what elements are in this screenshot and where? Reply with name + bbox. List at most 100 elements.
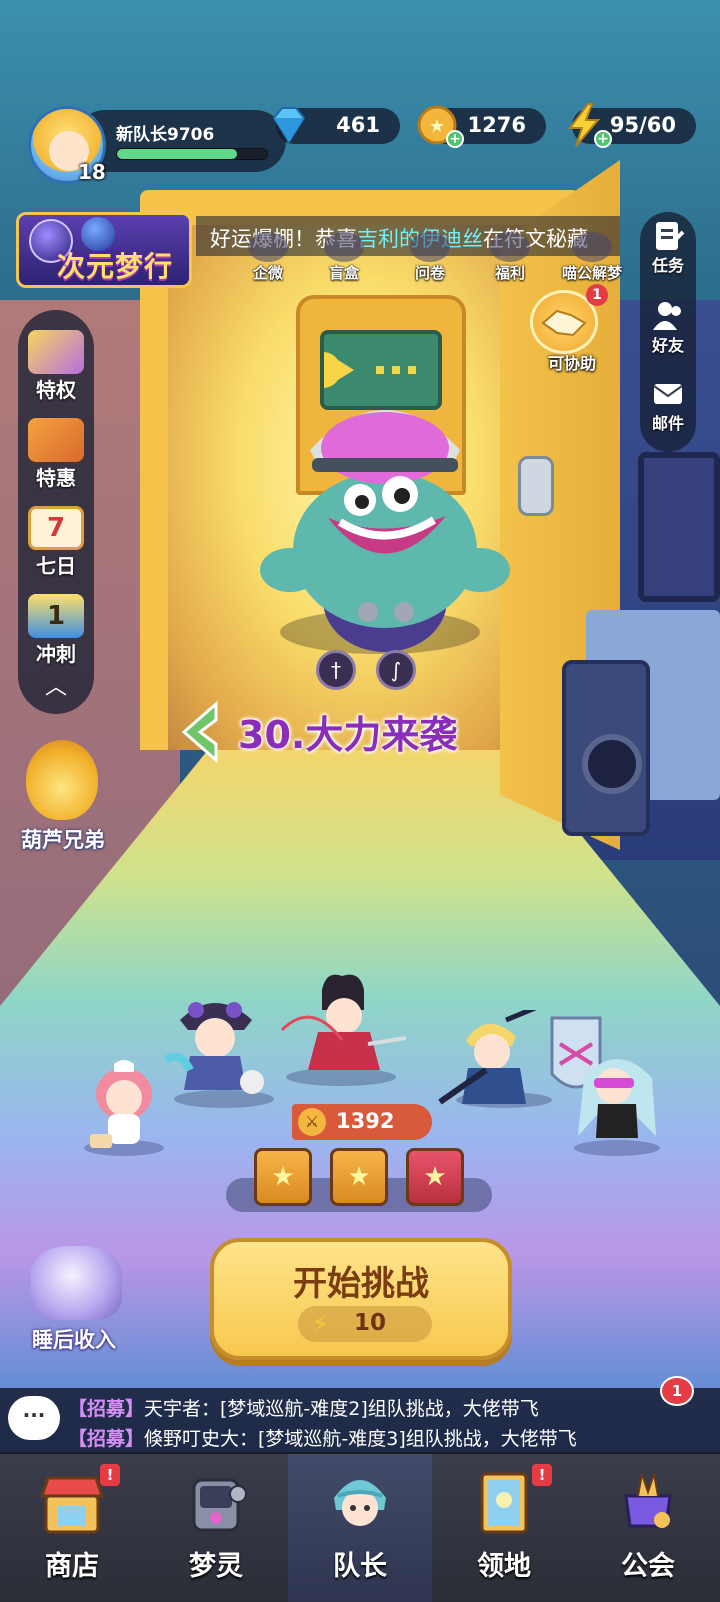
energy-counter[interactable]: + 95/60 — [568, 103, 696, 148]
chat-strip[interactable]: ··· 【招募】天宇者：[梦域巡航-难度2]组队挑战，大佬带飞 【招募】倏野叮史… — [0, 1388, 720, 1452]
right-side-menu: 任务 好友 邮件 — [640, 212, 696, 452]
diamond-icon — [272, 107, 306, 144]
coin-counter[interactable]: ★ + 1276 — [417, 105, 546, 148]
nav-captain[interactable]: 队长 — [288, 1454, 432, 1602]
level-title: 30.大力来袭 — [238, 713, 458, 757]
sleep-income-label: 睡后收入 — [32, 1328, 116, 1352]
start-challenge-label: 开始挑战 — [293, 1264, 429, 1304]
hero-swordswoman[interactable] — [272, 970, 412, 1082]
nav-guild-label: 公会 — [621, 1551, 675, 1582]
boss-monster[interactable] — [250, 390, 520, 660]
guild-icon — [624, 1473, 672, 1528]
diamond-counter[interactable]: 461 — [272, 107, 400, 144]
assist-button[interactable]: 1 可协助 — [522, 284, 618, 374]
chat-text: 天宇者：[梦域巡航-难度2]组队挑战，大佬带飞 — [144, 1398, 539, 1420]
nav-dream-spirit[interactable]: 梦灵 — [144, 1454, 288, 1602]
event-banner-label: 次元梦行 — [57, 250, 174, 283]
nav-territory-alert: ! — [532, 1464, 552, 1486]
shop-icon — [39, 1476, 105, 1534]
hero-cyber-girl[interactable] — [566, 1046, 666, 1150]
assist-badge: 1 — [586, 284, 608, 306]
special-offer-button[interactable]: 特惠 — [18, 418, 94, 491]
mini-icon-survey[interactable]: 问卷 — [398, 232, 462, 288]
nav-territory[interactable]: ! 领地 — [432, 1454, 576, 1602]
survey-icon — [410, 232, 450, 262]
blind-box-icon — [324, 232, 364, 262]
hero-opera-mage[interactable] — [160, 990, 270, 1100]
mini-icon-label: 福利 — [494, 264, 525, 282]
lightning-icon: ⚡ — [311, 1310, 329, 1338]
welfare-icon — [490, 232, 530, 262]
star-icon: ★ — [423, 1162, 447, 1192]
mini-icon-label: 喵公解梦 — [561, 264, 622, 282]
gourd-brothers-button[interactable]: 葫芦兄弟 — [8, 740, 118, 870]
room-speaker — [562, 660, 650, 836]
player-name: 新队长9706 — [116, 125, 215, 145]
dream-spirit-icon — [192, 1478, 247, 1532]
chat-line: 【招募】天宇者：[梦域巡航-难度2]组队挑战，大佬带飞 — [68, 1394, 539, 1421]
reward-chest[interactable]: ★ — [330, 1148, 388, 1206]
mini-icon-blind-box[interactable]: 盲盒 — [312, 232, 376, 288]
player-level: 18 — [78, 160, 106, 184]
chat-tag: 【招募】 — [68, 1398, 145, 1420]
door-knob — [518, 456, 554, 516]
team-power-ribbon: ⚔ 1392 — [292, 1104, 432, 1140]
sprint-button[interactable]: 1 冲刺 — [18, 594, 94, 667]
player-profile[interactable]: 18 新队长9706 — [28, 106, 286, 184]
svg-text:★: ★ — [429, 116, 445, 137]
reward-chest[interactable]: ★ — [254, 1148, 312, 1206]
previous-level-arrow-icon[interactable] — [176, 700, 226, 764]
task-icon — [656, 222, 685, 250]
hero-nurse[interactable] — [84, 1058, 164, 1154]
seven-day-label: 七日 — [36, 554, 76, 578]
task-button[interactable]: 任务 — [640, 220, 696, 276]
start-cost: ⚡ 10 — [298, 1306, 432, 1342]
diamond-value: 461 — [336, 113, 380, 137]
mini-icon-label: 盲盒 — [328, 264, 359, 282]
friends-button[interactable]: 好友 — [640, 300, 696, 356]
territory-icon — [480, 1472, 528, 1534]
mail-button[interactable]: 邮件 — [640, 378, 696, 434]
seven-day-icon: 7 — [28, 506, 84, 550]
event-banner[interactable]: 次元梦行 — [16, 212, 192, 288]
add-coins-icon[interactable]: + — [446, 130, 464, 148]
special-offer-label: 特惠 — [36, 466, 76, 490]
seven-day-button[interactable]: 7 七日 — [18, 506, 94, 579]
sprint-icon: 1 — [28, 594, 84, 638]
special-offer-icon — [28, 418, 84, 462]
left-side-menu: 特权 特惠 7 七日 1 冲刺 ︿ — [18, 310, 94, 714]
chat-unread-badge: 1 — [660, 1376, 694, 1406]
chat-text: 倏野叮史大：[梦域巡航-难度3]组队挑战，大佬带飞 — [144, 1428, 577, 1450]
reward-chest[interactable]: ★ — [406, 1148, 464, 1206]
sleep-income-button[interactable]: 睡后收入 — [8, 1238, 138, 1360]
start-challenge-button[interactable]: 开始挑战 ⚡ 10 — [210, 1238, 512, 1360]
nav-guild[interactable]: 公会 — [576, 1454, 720, 1602]
nav-shop[interactable]: ! 商店 — [0, 1454, 144, 1602]
privilege-label: 特权 — [36, 378, 76, 402]
boss-skill-magic-icon[interactable]: ∫ — [376, 650, 416, 690]
chat-bubble-icon[interactable]: ··· — [8, 1396, 60, 1440]
star-icon: ★ — [347, 1162, 371, 1192]
mini-icon-welfare[interactable]: 福利 — [478, 232, 542, 288]
sprint-label: 冲刺 — [36, 642, 76, 666]
room-monitor — [638, 452, 720, 602]
hero-blonde-fighter[interactable] — [436, 1003, 556, 1110]
gourd-brothers-label: 葫芦兄弟 — [21, 828, 105, 852]
boss-skill-sword-icon[interactable]: † — [316, 650, 356, 690]
energy-value: 95/60 — [609, 113, 676, 137]
friends-label: 好友 — [651, 336, 684, 355]
mini-icon-cat-dream[interactable]: 喵公解梦 — [550, 232, 634, 288]
privilege-button[interactable]: 特权 — [18, 330, 94, 403]
assist-label: 可协助 — [547, 354, 596, 373]
sleeping-pet-icon — [30, 1246, 122, 1320]
mini-icon-wecom[interactable]: 企微 — [236, 232, 300, 288]
mini-icon-label: 企微 — [252, 264, 283, 282]
sword-icon: ⚔ — [298, 1108, 326, 1136]
chevron-up-icon[interactable]: ︿ — [40, 674, 72, 702]
nav-territory-label: 领地 — [477, 1551, 531, 1582]
nav-shop-label: 商店 — [45, 1551, 99, 1582]
nav-dream-spirit-label: 梦灵 — [189, 1551, 243, 1582]
nav-captain-label: 队长 — [333, 1551, 387, 1582]
friends-icon — [653, 302, 681, 330]
mail-icon — [653, 384, 683, 404]
